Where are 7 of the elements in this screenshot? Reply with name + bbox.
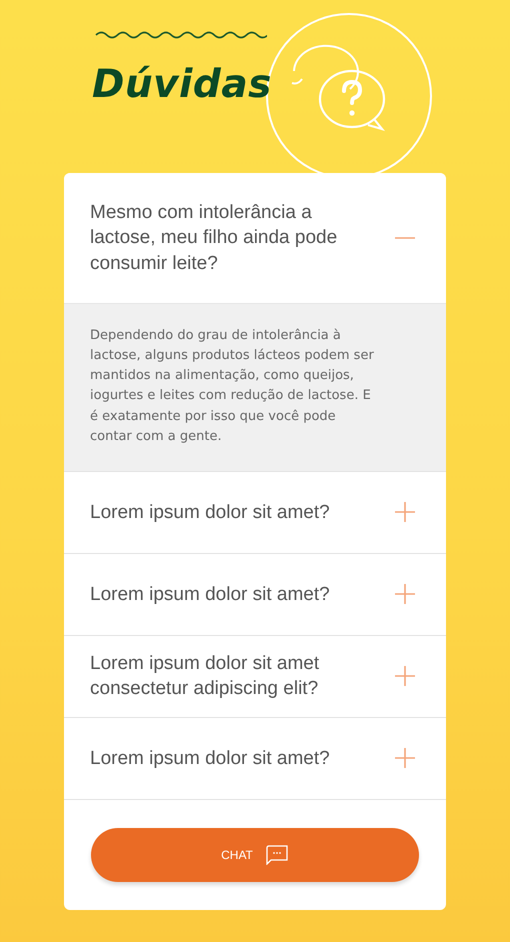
minus-icon xyxy=(394,237,416,239)
plus-icon xyxy=(394,747,416,770)
plus-icon xyxy=(394,501,416,524)
chat-icon xyxy=(264,844,289,865)
plus-icon xyxy=(394,583,416,606)
plus-icon xyxy=(394,665,416,688)
answer-text: Dependendo do grau de intolerância à lactose, alguns produtos lácteos podem ser mantidos na alimentação, como queijos, iogurtes e leites com redução de lactose. E é exatamente por isso que você pode contar com a gente. xyxy=(90,327,375,446)
